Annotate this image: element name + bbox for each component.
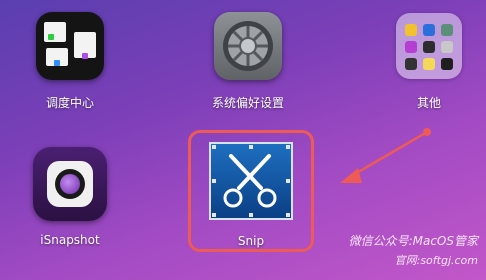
system-preferences-icon	[214, 12, 282, 80]
app-system-preferences[interactable]: 系统偏好设置	[193, 10, 303, 115]
app-label: iSnapshot	[40, 233, 100, 247]
app-label: 调度中心	[45, 96, 94, 110]
app-label: 其他	[416, 96, 441, 110]
app-isnapshot[interactable]: iSnapshot	[15, 143, 125, 253]
app-mission-control[interactable]: 调度中心	[15, 10, 125, 115]
isnapshot-icon	[33, 147, 107, 221]
app-folder-other[interactable]: 其他	[374, 10, 484, 115]
mission-control-icon	[36, 12, 104, 80]
arrow-annotation	[340, 128, 431, 183]
watermark-line-1: 微信公众号:MacOS管家	[348, 234, 478, 248]
watermark-line-2: 官网:softgj.com	[394, 254, 478, 267]
highlight-box	[188, 130, 314, 252]
folder-icon	[396, 13, 462, 79]
app-label: 系统偏好设置	[211, 96, 284, 110]
